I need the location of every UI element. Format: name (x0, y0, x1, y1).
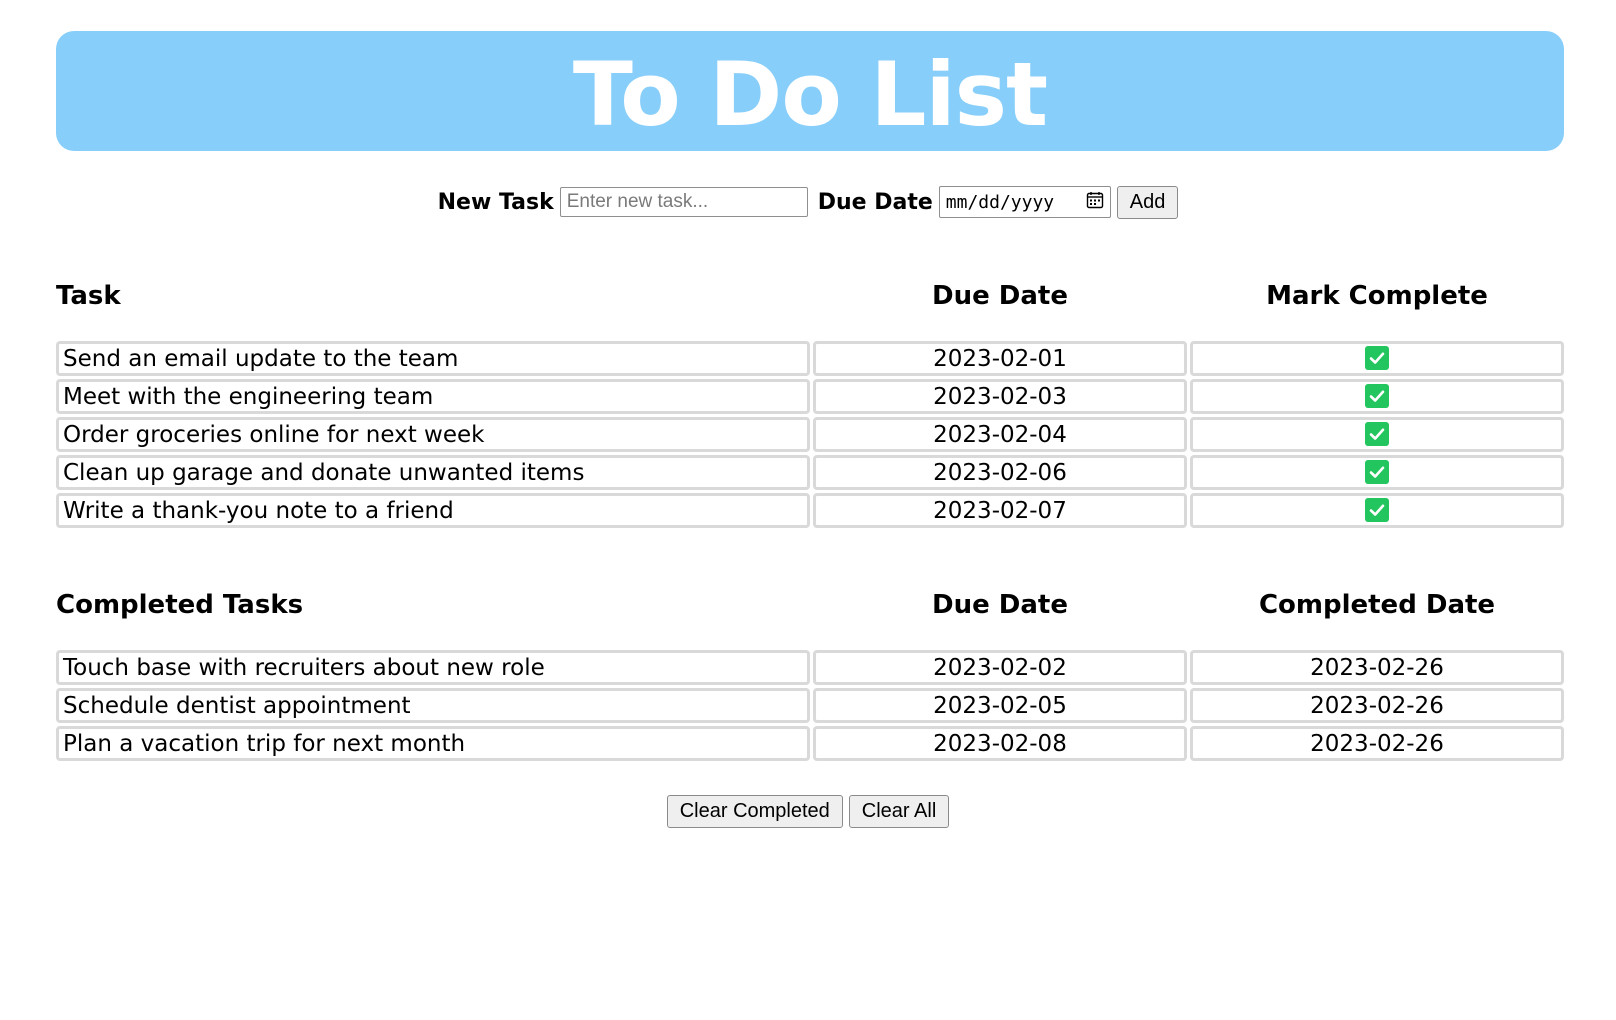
mark-complete-cell (1190, 493, 1564, 528)
task-due-date: 2023-02-01 (813, 341, 1187, 376)
tasks-table: Send an email update to the team 2023-02… (56, 341, 1564, 531)
bulk-actions: Clear Completed Clear All (0, 795, 1616, 828)
completed-row: Plan a vacation trip for next month 2023… (56, 726, 1564, 764)
add-task-form: New Task Due Date mm/dd/yyyy Add (0, 185, 1616, 219)
task-name: Clean up garage and donate unwanted item… (56, 455, 810, 490)
checkmark-icon (1369, 504, 1385, 516)
checkmark-icon (1369, 390, 1385, 402)
checkmark-icon (1369, 352, 1385, 364)
new-task-input[interactable] (559, 187, 808, 217)
mark-complete-cell (1190, 417, 1564, 452)
completed-header-completed: Completed Date (1258, 590, 1496, 620)
completed-date: 2023-02-26 (1190, 650, 1564, 685)
task-row: Order groceries online for next week 202… (56, 417, 1564, 455)
completed-due-date: 2023-02-02 (813, 650, 1187, 685)
completed-row: Schedule dentist appointment 2023-02-05 … (56, 688, 1564, 726)
completed-task-name: Touch base with recruiters about new rol… (56, 650, 810, 685)
task-row: Clean up garage and donate unwanted item… (56, 455, 1564, 493)
task-due-date: 2023-02-07 (813, 493, 1187, 528)
completed-date: 2023-02-26 (1190, 726, 1564, 761)
due-date-label: Due Date (817, 189, 933, 215)
completed-due-date: 2023-02-05 (813, 688, 1187, 723)
mark-complete-cell (1190, 379, 1564, 414)
tasks-header: Task Due Date Mark Complete (56, 281, 1564, 317)
completed-header: Completed Tasks Due Date Completed Date (56, 590, 1564, 626)
mark-complete-cell (1190, 341, 1564, 376)
task-row: Send an email update to the team 2023-02… (56, 341, 1564, 379)
task-due-date: 2023-02-06 (813, 455, 1187, 490)
mark-complete-checkbox[interactable] (1365, 346, 1389, 370)
mark-complete-checkbox[interactable] (1365, 422, 1389, 446)
add-button[interactable]: Add (1116, 185, 1179, 219)
task-due-date: 2023-02-03 (813, 379, 1187, 414)
completed-header-due: Due Date (932, 590, 1068, 620)
completed-header-task: Completed Tasks (56, 590, 304, 620)
tasks-header-task: Task (56, 281, 121, 311)
calendar-icon[interactable] (1086, 191, 1104, 214)
completed-due-date: 2023-02-08 (813, 726, 1187, 761)
page-title: To Do List (572, 43, 1048, 146)
tasks-header-complete: Mark Complete (1266, 281, 1488, 311)
completed-date: 2023-02-26 (1190, 688, 1564, 723)
completed-task-name: Plan a vacation trip for next month (56, 726, 810, 761)
task-name: Write a thank-you note to a friend (56, 493, 810, 528)
task-row: Write a thank-you note to a friend 2023-… (56, 493, 1564, 531)
checkmark-icon (1369, 428, 1385, 440)
task-name: Order groceries online for next week (56, 417, 810, 452)
mark-complete-cell (1190, 455, 1564, 490)
header-banner: To Do List (56, 31, 1564, 151)
task-name: Send an email update to the team (56, 341, 810, 376)
mark-complete-checkbox[interactable] (1365, 384, 1389, 408)
new-task-label: New Task (437, 189, 554, 215)
tasks-header-due: Due Date (932, 281, 1068, 311)
mark-complete-checkbox[interactable] (1365, 498, 1389, 522)
completed-row: Touch base with recruiters about new rol… (56, 650, 1564, 688)
task-row: Meet with the engineering team 2023-02-0… (56, 379, 1564, 417)
completed-table: Touch base with recruiters about new rol… (56, 650, 1564, 764)
task-due-date: 2023-02-04 (813, 417, 1187, 452)
task-name: Meet with the engineering team (56, 379, 810, 414)
clear-completed-button[interactable]: Clear Completed (666, 795, 843, 828)
due-date-input[interactable]: mm/dd/yyyy (938, 186, 1111, 218)
checkmark-icon (1369, 466, 1385, 478)
due-date-placeholder: mm/dd/yyyy (945, 191, 1055, 213)
todo-app: To Do List New Task Due Date mm/dd/yyyy (0, 0, 1616, 1020)
completed-task-name: Schedule dentist appointment (56, 688, 810, 723)
mark-complete-checkbox[interactable] (1365, 460, 1389, 484)
clear-all-button[interactable]: Clear All (848, 795, 950, 828)
